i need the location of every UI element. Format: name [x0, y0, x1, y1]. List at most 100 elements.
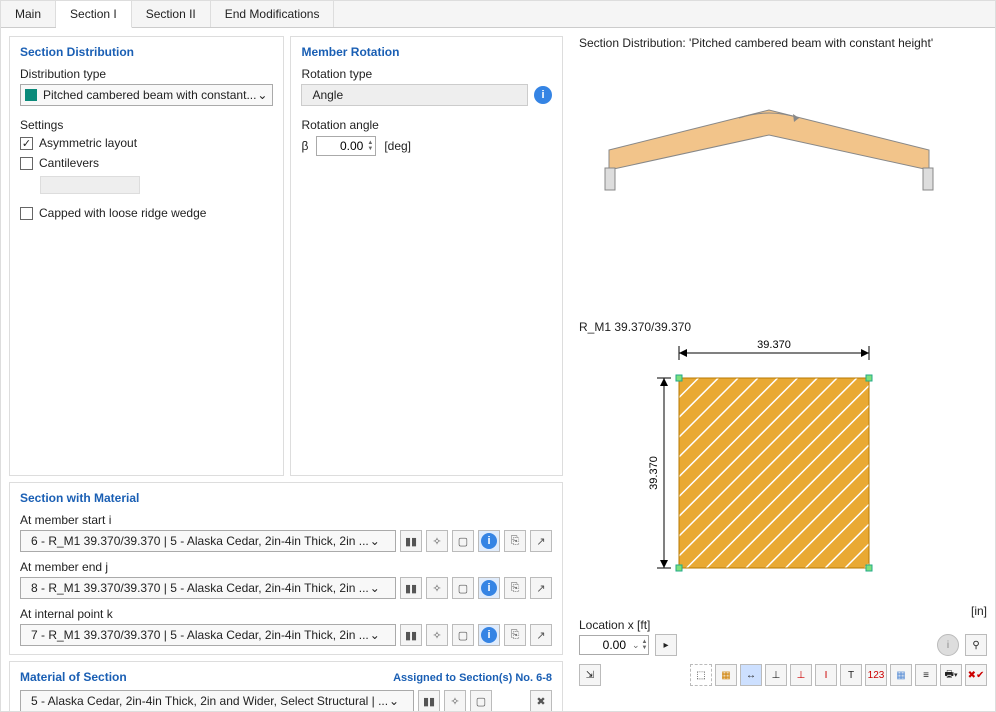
- cantilevers-disabled-field: [40, 176, 140, 194]
- settings-label: Settings: [20, 118, 273, 132]
- dim-left: 39.370: [648, 456, 660, 490]
- tab-section-ii[interactable]: Section II: [132, 1, 211, 27]
- tab-main[interactable]: Main: [1, 1, 56, 27]
- location-x-field[interactable]: [580, 638, 630, 652]
- settings-button[interactable]: ✖✔: [965, 664, 987, 686]
- view-axes-button[interactable]: ⊥: [765, 664, 787, 686]
- tab-end-modifications[interactable]: End Modifications: [211, 1, 335, 27]
- location-x-spinner[interactable]: ▲▼: [642, 639, 650, 651]
- material-of-section-panel: Material of Section Assigned to Section(…: [9, 661, 563, 711]
- section-distribution-title: Section Distribution: [20, 45, 273, 59]
- cantilevers-checkbox[interactable]: [20, 157, 33, 170]
- dim-top: 39.370: [757, 339, 791, 351]
- section-k-value: 7 - R_M1 39.370/39.370 | 5 - Alaska Ceda…: [31, 628, 369, 642]
- pick-button[interactable]: ↗: [530, 530, 552, 552]
- unit-label: [in]: [971, 604, 987, 618]
- info-button[interactable]: i: [478, 530, 500, 552]
- section-start-value: 6 - R_M1 39.370/39.370 | 5 - Alaska Ceda…: [31, 534, 369, 548]
- material-of-section-title: Material of Section: [20, 670, 127, 684]
- export-button[interactable]: ⇲: [579, 664, 601, 686]
- copy-button[interactable]: ⎘: [504, 577, 526, 599]
- section-start-dropdown[interactable]: 6 - R_M1 39.370/39.370 | 5 - Alaska Ceda…: [20, 530, 396, 552]
- section-end-dropdown[interactable]: 8 - R_M1 39.370/39.370 | 5 - Alaska Ceda…: [20, 577, 396, 599]
- location-x-label: Location x [ft]: [579, 618, 987, 632]
- rotation-type-label: Rotation type: [301, 67, 552, 81]
- member-end-label: At member end j: [20, 560, 552, 574]
- asymmetric-layout-checkbox[interactable]: [20, 137, 33, 150]
- view-solid-button[interactable]: ▦: [715, 664, 737, 686]
- tab-section-i[interactable]: Section I: [56, 1, 132, 28]
- section-preview: 39.370 39.370 [in]: [579, 338, 987, 618]
- folder-button[interactable]: ▢: [452, 577, 474, 599]
- library-button[interactable]: ▮▮: [400, 624, 422, 646]
- info-button[interactable]: i: [478, 577, 500, 599]
- rotation-type-value: Angle: [312, 88, 343, 102]
- section-k-dropdown[interactable]: 7 - R_M1 39.370/39.370 | 5 - Alaska Ceda…: [20, 624, 396, 646]
- new-button[interactable]: ✧: [426, 530, 448, 552]
- member-start-label: At member start i: [20, 513, 552, 527]
- library-button[interactable]: ▮▮: [418, 690, 440, 711]
- asymmetric-layout-label: Asymmetric layout: [39, 136, 137, 150]
- view-i-button[interactable]: I: [815, 664, 837, 686]
- location-x-input[interactable]: ⌄ ▲▼: [579, 635, 649, 655]
- rotation-type-field: Angle: [301, 84, 528, 106]
- chevron-down-icon: ⌄: [369, 534, 381, 548]
- section-with-material-panel: Section with Material At member start i …: [9, 482, 563, 655]
- pick-button[interactable]: ↗: [530, 624, 552, 646]
- new-button[interactable]: ✧: [426, 624, 448, 646]
- view-t-button[interactable]: T: [840, 664, 862, 686]
- new-button[interactable]: ✧: [426, 577, 448, 599]
- view-grid-button[interactable]: ▦: [890, 664, 912, 686]
- chevron-down-icon: ⌄: [369, 581, 381, 595]
- chevron-down-icon: ⌄: [256, 88, 268, 102]
- print-button[interactable]: 🖶▾: [940, 664, 962, 686]
- section-with-material-title: Section with Material: [20, 491, 552, 505]
- folder-button[interactable]: ▢: [470, 690, 492, 711]
- capped-ridge-checkbox[interactable]: [20, 207, 33, 220]
- info-disabled-icon: i: [937, 634, 959, 656]
- new-button[interactable]: ✧: [444, 690, 466, 711]
- member-rotation-panel: Member Rotation Rotation type Angle i Ro…: [290, 36, 563, 476]
- distribution-swatch-icon: [25, 89, 37, 101]
- copy-button[interactable]: ⎘: [504, 530, 526, 552]
- view-list-button[interactable]: ≡: [915, 664, 937, 686]
- chevron-down-icon: ⌄: [369, 628, 381, 642]
- beam-preview: [579, 60, 987, 320]
- copy-button[interactable]: ⎘: [504, 624, 526, 646]
- material-value: 5 - Alaska Cedar, 2in-4in Thick, 2in and…: [31, 694, 388, 708]
- chevron-down-icon: ⌄: [388, 694, 400, 708]
- distribution-type-label: Distribution type: [20, 67, 273, 81]
- section-label: R_M1 39.370/39.370: [579, 320, 987, 334]
- rotation-angle-label: Rotation angle: [301, 118, 552, 132]
- view-numbers-button[interactable]: 123: [865, 664, 887, 686]
- distribution-type-value: Pitched cambered beam with constant...: [43, 88, 256, 102]
- beta-input-field[interactable]: [317, 139, 367, 153]
- filter-button[interactable]: ⚲: [965, 634, 987, 656]
- cantilevers-label: Cantilevers: [39, 156, 99, 170]
- library-button[interactable]: ▮▮: [400, 577, 422, 599]
- capped-ridge-label: Capped with loose ridge wedge: [39, 206, 206, 220]
- info-button[interactable]: i: [478, 624, 500, 646]
- library-button[interactable]: ▮▮: [400, 530, 422, 552]
- distribution-type-dropdown[interactable]: Pitched cambered beam with constant... ⌄: [20, 84, 273, 106]
- beta-symbol: β: [301, 139, 308, 153]
- beta-input[interactable]: ▲▼: [316, 136, 376, 156]
- assigned-sections-label: Assigned to Section(s) No. 6-8: [393, 672, 552, 684]
- section-distribution-panel: Section Distribution Distribution type P…: [9, 36, 284, 476]
- info-icon[interactable]: i: [534, 86, 552, 104]
- section-end-value: 8 - R_M1 39.370/39.370 | 5 - Alaska Ceda…: [31, 581, 369, 595]
- beta-unit: [deg]: [384, 139, 411, 153]
- tab-bar: Main Section I Section II End Modificati…: [1, 1, 995, 28]
- internal-point-label: At internal point k: [20, 607, 552, 621]
- preview-title: Section Distribution: 'Pitched cambered …: [579, 36, 987, 50]
- folder-button[interactable]: ▢: [452, 530, 474, 552]
- location-step-button[interactable]: ▸: [655, 634, 677, 656]
- folder-button[interactable]: ▢: [452, 624, 474, 646]
- beta-spinner[interactable]: ▲▼: [367, 140, 375, 152]
- view-principal-button[interactable]: ⊥: [790, 664, 812, 686]
- material-dropdown[interactable]: 5 - Alaska Cedar, 2in-4in Thick, 2in and…: [20, 690, 414, 711]
- view-dimension-button[interactable]: ↔: [740, 664, 762, 686]
- pick-button[interactable]: ↗: [530, 577, 552, 599]
- view-wireframe-button[interactable]: ⬚: [690, 664, 712, 686]
- delete-button[interactable]: ✖: [530, 690, 552, 711]
